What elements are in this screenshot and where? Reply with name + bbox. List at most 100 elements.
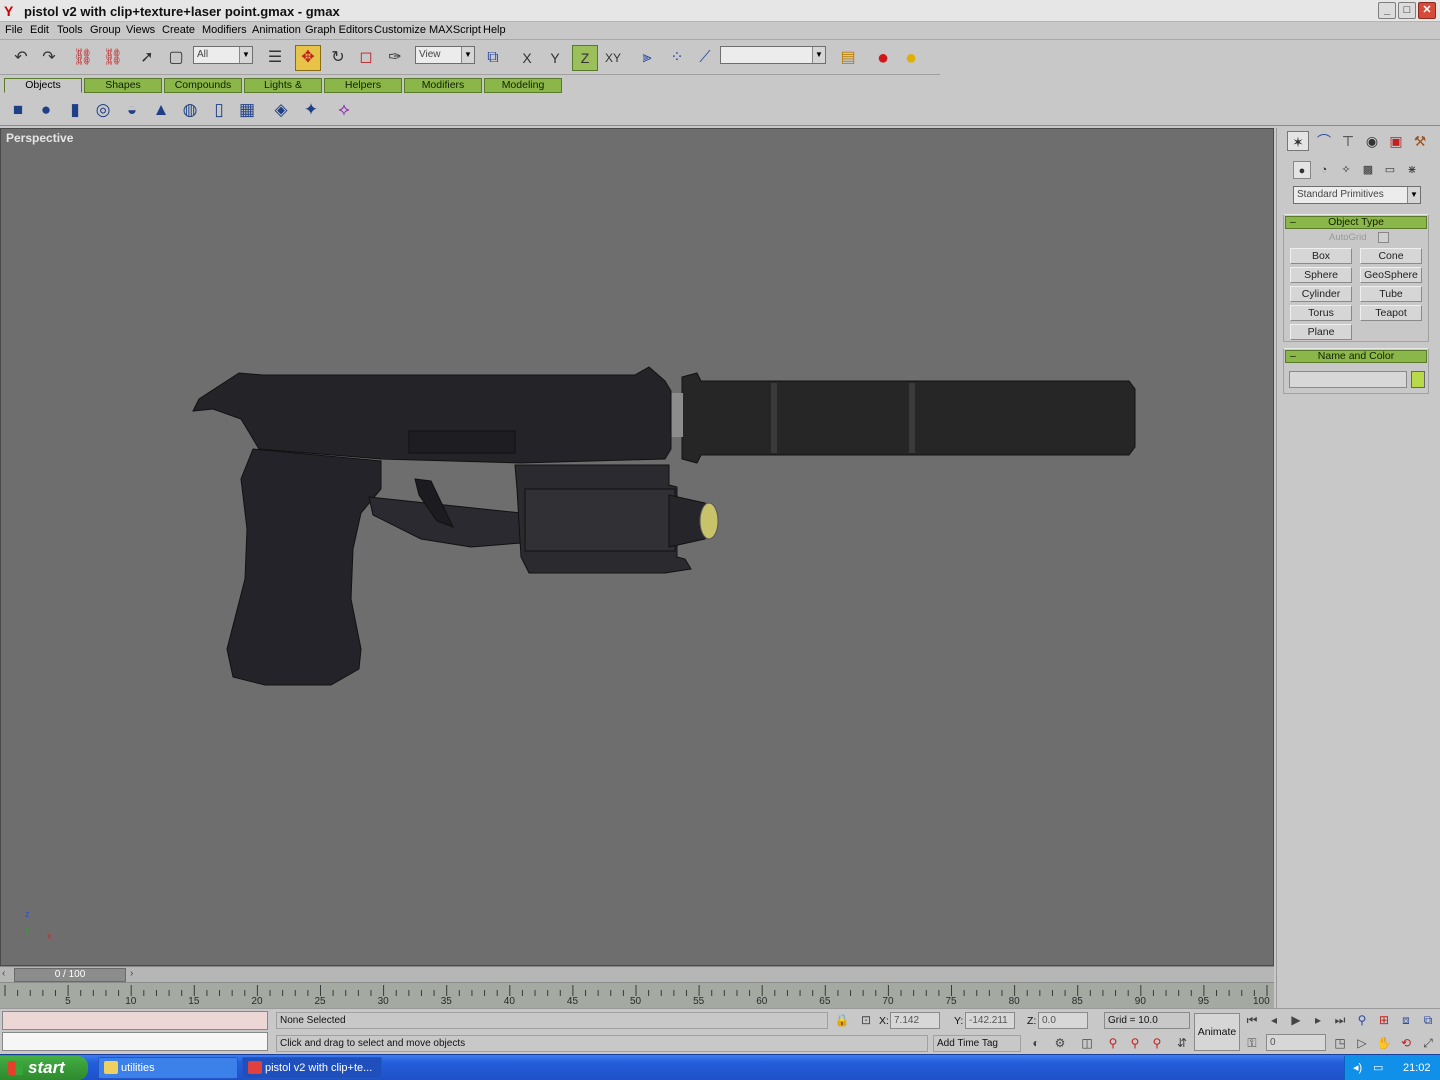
menu-group[interactable]: Group [90, 24, 121, 36]
lock-selection-icon[interactable]: 🔒 [832, 1011, 852, 1029]
teapot-button[interactable]: Teapot [1360, 305, 1422, 321]
render-scene-icon[interactable]: ● [870, 45, 896, 71]
menu-graph-editors[interactable]: Graph Editors [305, 24, 373, 36]
tab-lights-cameras[interactable]: Lights & Cameras [244, 78, 322, 104]
select-and-scale-icon[interactable]: ◻ [353, 45, 379, 71]
menu-file[interactable]: File [5, 24, 23, 36]
modify-panel-icon[interactable]: ⌒ [1313, 131, 1335, 151]
teapot-icon[interactable]: ◒ [121, 99, 143, 121]
menu-modifiers[interactable]: Modifiers [202, 24, 247, 36]
zoom-icon[interactable]: ⚲ [1352, 1011, 1372, 1029]
select-and-link-icon[interactable]: ⛓ [70, 45, 96, 71]
absolute-mode-icon[interactable]: ⊡ [856, 1011, 876, 1029]
undo-icon[interactable]: ↶ [8, 45, 34, 71]
cylinder-button[interactable]: Cylinder [1290, 286, 1352, 302]
key-mode-icon[interactable]: ⚿ [1242, 1034, 1262, 1052]
lights-icon[interactable]: ✧ [1337, 161, 1355, 179]
torus-icon[interactable]: ◎ [92, 99, 114, 121]
volume-icon[interactable]: ◂) [1353, 1056, 1362, 1080]
point-helper-icon[interactable]: ✦ [300, 99, 322, 121]
select-and-manipulate-icon[interactable]: ✑ [382, 45, 408, 71]
sphere-button[interactable]: Sphere [1290, 267, 1352, 283]
geosphere-icon[interactable]: ◍ [179, 99, 201, 121]
start-button[interactable]: start [0, 1056, 88, 1080]
cameras-icon[interactable]: ▩ [1359, 161, 1377, 179]
select-and-move-icon[interactable]: ✥ [295, 45, 321, 71]
perspective-viewport[interactable]: Perspective z y x [0, 128, 1274, 966]
track-bar[interactable]: 5 10 15 20 25 30 35 40 45 50 55 60 65 70 75 80 85 90 95 100 [0, 982, 1274, 1008]
create-panel-icon[interactable]: ✶ [1287, 131, 1309, 151]
maximize-viewport-icon[interactable]: ⤢ [1418, 1034, 1438, 1052]
percent-snap-icon[interactable]: ⚲ [1103, 1034, 1123, 1052]
use-pivot-center-icon[interactable]: ⧉ [480, 45, 506, 71]
name-color-header[interactable]: – Name and Color [1285, 350, 1427, 363]
pistol-model[interactable] [1, 129, 1273, 965]
restrict-y-button[interactable]: Y [542, 45, 568, 71]
animate-button[interactable]: Animate [1194, 1013, 1240, 1051]
plane-button[interactable]: Plane [1290, 324, 1352, 340]
spinner-snap-icon[interactable]: ⚲ [1125, 1034, 1145, 1052]
field-of-view-icon[interactable]: ▷ [1352, 1034, 1372, 1052]
time-forward-arrow[interactable]: › [130, 968, 133, 979]
go-to-start-icon[interactable]: ⏮ [1242, 1011, 1262, 1029]
redo-icon[interactable]: ↷ [36, 45, 62, 71]
degradation-override-icon[interactable]: ◐ [1026, 1034, 1046, 1052]
pan-icon[interactable]: ✋ [1374, 1034, 1394, 1052]
maxscript-listener-mini[interactable] [2, 1011, 268, 1030]
select-region-icon[interactable]: ▢ [163, 45, 189, 71]
tab-shapes[interactable]: Shapes [84, 78, 162, 93]
tab-modifiers[interactable]: Modifiers [404, 78, 482, 93]
hierarchy-panel-icon[interactable]: ⊤ [1337, 131, 1359, 151]
shapes-icon[interactable]: ◔ [1315, 161, 1333, 179]
next-frame-icon[interactable]: ▸ [1308, 1011, 1328, 1029]
y-coordinate-field[interactable]: -142.211 [965, 1012, 1015, 1029]
align-icon[interactable]: ⟋ [692, 45, 718, 71]
unlink-selection-icon[interactable]: ⛓ [100, 45, 126, 71]
select-by-name-icon[interactable]: ☰ [262, 45, 288, 71]
named-selection-dropdown[interactable]: ▼ [720, 46, 826, 64]
menu-edit[interactable]: Edit [30, 24, 49, 36]
tube-button[interactable]: Tube [1360, 286, 1422, 302]
utilities-panel-icon[interactable]: ⚒ [1409, 131, 1431, 151]
zoom-extents-all-icon[interactable]: ⧉ [1418, 1011, 1438, 1029]
menu-maxscript[interactable]: MAXScript [429, 24, 481, 36]
z-coordinate-field[interactable]: 0.0 [1038, 1012, 1088, 1029]
select-object-icon[interactable]: ➚ [134, 45, 160, 71]
helpers-icon[interactable]: ▭ [1381, 161, 1399, 179]
bone-icon[interactable]: ⟡ [333, 99, 355, 121]
network-icon[interactable]: ▭ [1373, 1056, 1383, 1080]
snap-toggle-icon[interactable]: ⚙ [1050, 1034, 1070, 1052]
layers-icon[interactable]: ▤ [835, 45, 861, 71]
close-button[interactable]: ✕ [1418, 2, 1436, 19]
geometry-icon[interactable]: ● [1293, 161, 1311, 179]
restrict-z-button[interactable]: Z [572, 45, 598, 71]
restrict-x-button[interactable]: X [514, 45, 540, 71]
menu-tools[interactable]: Tools [57, 24, 83, 36]
zoom-all-icon[interactable]: ⊞ [1374, 1011, 1394, 1029]
sphere-icon[interactable]: ● [35, 99, 57, 121]
edit-named-selection-icon[interactable]: ⚲ [1147, 1034, 1167, 1052]
tab-objects[interactable]: Objects [4, 78, 82, 93]
tube-icon[interactable]: ▯ [208, 99, 230, 121]
play-icon[interactable]: ▶ [1286, 1011, 1306, 1029]
object-color-swatch[interactable] [1411, 371, 1425, 388]
zoom-extents-icon[interactable]: ⧈ [1396, 1011, 1416, 1029]
box-icon[interactable]: ■ [7, 99, 29, 121]
autogrid-checkbox[interactable] [1378, 232, 1389, 243]
box-button[interactable]: Box [1290, 248, 1352, 264]
gmax-app-icon[interactable]: Y [4, 3, 18, 19]
motion-panel-icon[interactable]: ◉ [1361, 131, 1383, 151]
select-and-rotate-icon[interactable]: ↻ [325, 45, 351, 71]
maxscript-output-mini[interactable] [2, 1032, 268, 1051]
minimize-button[interactable]: _ [1378, 2, 1396, 19]
grid-object-icon[interactable]: ◈ [270, 99, 292, 121]
primitive-category-dropdown[interactable]: Standard Primitives ▼ [1293, 186, 1421, 204]
restore-button[interactable]: □ [1398, 2, 1416, 19]
tab-modeling[interactable]: Modeling [484, 78, 562, 93]
menu-help[interactable]: Help [483, 24, 506, 36]
cone-button[interactable]: Cone [1360, 248, 1422, 264]
go-to-end-icon[interactable]: ⏭ [1330, 1011, 1350, 1029]
arc-rotate-icon[interactable]: ⟲ [1396, 1034, 1416, 1052]
menu-views[interactable]: Views [126, 24, 155, 36]
menu-create[interactable]: Create [162, 24, 195, 36]
